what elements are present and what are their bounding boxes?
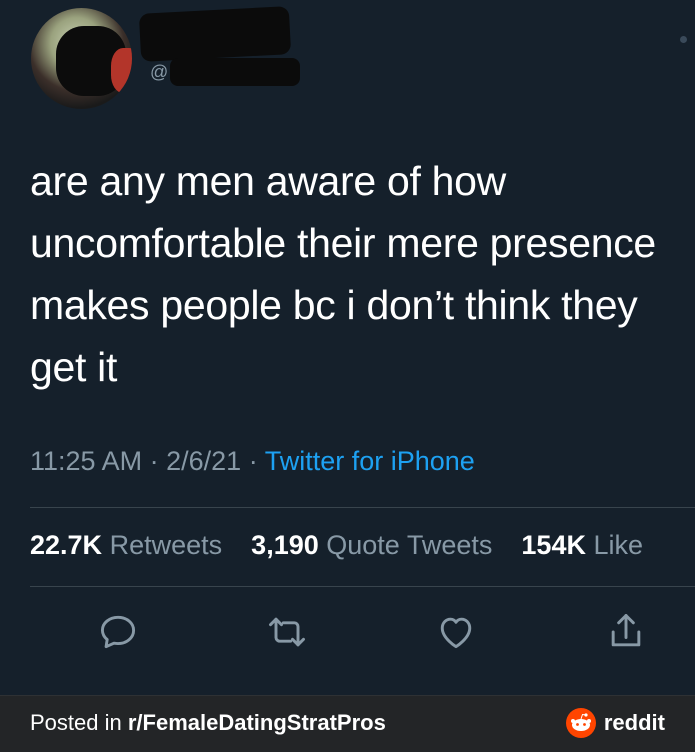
retweets-count: 22.7K: [30, 530, 103, 560]
tweet-meta: 11:25 AM · 2/6/21 · Twitter for iPhone: [30, 446, 475, 477]
quotes-label: Quote Tweets: [326, 530, 493, 560]
divider: [30, 507, 695, 508]
avatar[interactable]: [31, 8, 132, 109]
reddit-footer: Posted in r/FemaleDatingStratPros reddit: [0, 695, 695, 752]
separator-dot: ·: [248, 446, 265, 476]
like-icon[interactable]: [434, 610, 478, 654]
likes-label: Like: [593, 530, 643, 560]
tweet-actions: [0, 604, 695, 660]
quotes-stat[interactable]: 3,190 Quote Tweets: [251, 530, 500, 560]
subreddit-link[interactable]: r/FemaleDatingStratPros: [128, 710, 386, 735]
share-icon[interactable]: [604, 610, 648, 654]
separator-dot: ·: [149, 446, 167, 476]
user-handle[interactable]: @: [150, 62, 168, 83]
quotes-count: 3,190: [251, 530, 319, 560]
posted-prefix: Posted in: [30, 710, 122, 735]
tweet-date: 2/6/21: [166, 446, 242, 476]
reddit-logo-icon: [565, 708, 596, 738]
tweet-header: @: [0, 0, 695, 130]
reply-icon[interactable]: [96, 610, 140, 654]
tweet-source-link[interactable]: Twitter for iPhone: [265, 446, 475, 476]
tweet-text: are any men aware of how uncomfortable t…: [30, 158, 656, 390]
posted-in-text: Posted in r/FemaleDatingStratPros: [30, 710, 386, 736]
retweet-icon[interactable]: [265, 610, 309, 654]
display-name-redacted: [138, 6, 292, 62]
retweets-stat[interactable]: 22.7K Retweets: [30, 530, 230, 560]
retweets-label: Retweets: [109, 530, 223, 560]
handle-redacted: [170, 58, 300, 86]
tweet-stats: 22.7K Retweets 3,190 Quote Tweets 154K L…: [30, 530, 643, 561]
reddit-brand[interactable]: reddit: [565, 708, 665, 738]
likes-count: 154K: [521, 530, 586, 560]
reddit-wordmark: reddit: [603, 710, 665, 735]
likes-stat[interactable]: 154K Like: [521, 530, 643, 560]
avatar-detail: [111, 48, 132, 93]
more-options-icon[interactable]: [680, 36, 687, 43]
divider: [30, 586, 695, 587]
tweet-time: 11:25 AM: [30, 446, 143, 476]
